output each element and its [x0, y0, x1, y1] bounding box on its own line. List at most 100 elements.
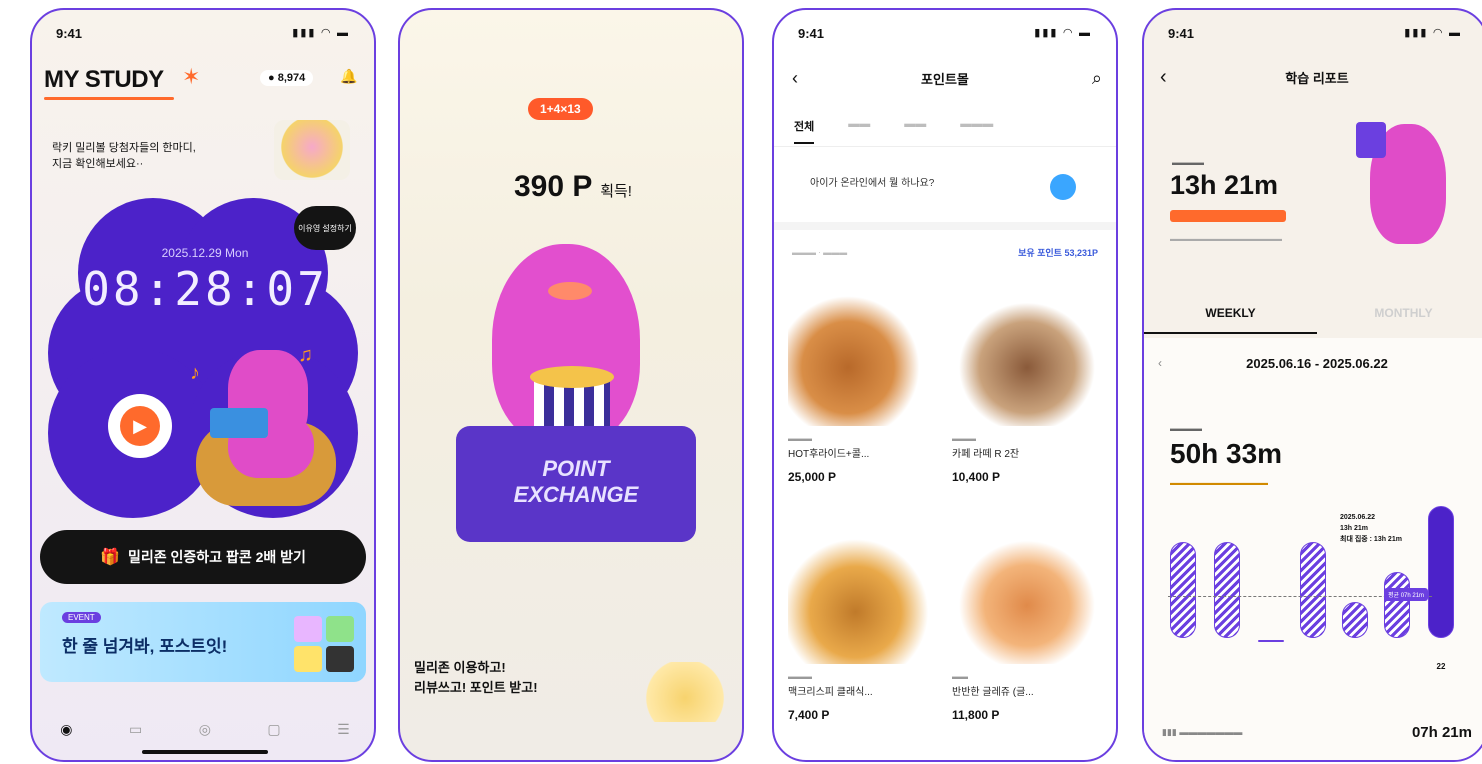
day-bar[interactable] [1258, 640, 1284, 642]
product-card[interactable]: ▬▬▬ HOT후라이드+콜... 25,000 P [788, 296, 938, 484]
point-exchange-screen: 1+4×13 390 P 획득! POINT EXCHANGE 밀리존 이용하고… [398, 8, 744, 762]
product-price: 11,800 P [952, 708, 1000, 722]
timer-clock: 08:28:07 [82, 262, 328, 316]
nav-home[interactable]: ◉ [60, 721, 72, 738]
question-banner[interactable]: 아이가 온라인에서 뭘 하나요? [810, 174, 934, 189]
earned-points: 390 P 획득! [400, 170, 742, 204]
nav-icon: ☰ [337, 721, 350, 737]
earned-points-value: 390 P [514, 170, 592, 203]
certify-cta-button[interactable]: 🎁 밀리존 인증하고 팝콘 2배 받기 [40, 530, 366, 584]
box-line-2: EXCHANGE [513, 482, 639, 507]
back-icon[interactable]: ‹ [792, 68, 798, 89]
points-badge[interactable]: ● 8,974 [260, 70, 314, 86]
owned-points: 보유 포인트 53,231P [1018, 248, 1098, 258]
nav-item[interactable]: ◎ [199, 721, 211, 738]
day-bar-selected[interactable] [1428, 506, 1454, 638]
nav-icon: ▢ [267, 721, 281, 737]
day-bar[interactable] [1214, 542, 1240, 638]
gift-icon: 🎁 [100, 549, 120, 566]
status-time: 9:41 [798, 26, 825, 41]
header: ‹ 포인트몰 ⌕ [774, 68, 1116, 89]
product-price: 25,000 P [788, 470, 837, 484]
selected-day-label: 22 [1436, 662, 1446, 671]
play-icon: ▶ [120, 406, 160, 446]
page-title-text: MY STUDY [44, 66, 164, 93]
average-tag: 평균 07h 21m [1384, 588, 1429, 601]
box-line-1: POINT [542, 456, 610, 481]
tab-category[interactable]: ▬▬ [848, 118, 870, 144]
sticky-note [326, 646, 354, 672]
status-bar: 9:41 ▮▮▮ ◠ ▬ [798, 26, 1092, 41]
event-thumbnail[interactable] [274, 120, 350, 180]
sticky-note [326, 616, 354, 642]
product-card[interactable]: ▬▬ 반반한 글레쥬 (글... 11,800 P [952, 534, 1102, 722]
tab-weekly[interactable]: WEEKLY [1144, 306, 1317, 334]
status-time: 9:41 [56, 26, 83, 41]
week-study-time: 50h 33m [1170, 438, 1283, 469]
banner-tag: EVENT [62, 612, 101, 623]
tooltip-date: 2025.06.22 [1340, 514, 1376, 521]
clock-icon: ◉ [60, 721, 73, 737]
footer-promo[interactable]: 밀리존 이용하고! 리뷰쓰고! 포인트 받고! [414, 658, 538, 698]
day-bar[interactable] [1300, 542, 1326, 638]
popcorn [530, 366, 614, 388]
section-divider [774, 222, 1116, 230]
product-image [952, 534, 1102, 664]
trophy-icon [1356, 122, 1386, 158]
tab-monthly[interactable]: MONTHLY [1317, 306, 1482, 334]
today-subtext: ▬▬▬▬▬▬▬▬▬▬▬▬▬▬▬▬ [1170, 236, 1282, 243]
banner-text: 한 줄 넘겨봐, 포스트잇! [62, 637, 228, 656]
product-card[interactable]: ▬▬▬ 카페 라떼 R 2잔 10,400 P [952, 296, 1102, 484]
today-label: ▬▬▬▬ [1172, 158, 1204, 167]
product-brand: ▬▬▬ [788, 434, 812, 443]
product-price: 10,400 P [952, 470, 1001, 484]
bear-snout [548, 282, 592, 300]
average-label: ▮▮▮ ▬▬▬▬▬▬▬ [1162, 727, 1243, 737]
product-name: 반반한 글레쥬 (글... [952, 687, 1034, 698]
nav-item[interactable]: ▭ [129, 721, 142, 738]
nav-icon: ◎ [198, 721, 211, 737]
status-bar: 9:41 ▮▮▮ ◠ ▬ [1168, 26, 1462, 41]
product-image [788, 296, 938, 426]
app-showcase: 9:41 ▮▮▮ ◠ ▬ MY STUDY ✶ ● 8,974 🔔 락키 밀리볼… [0, 0, 1482, 764]
tooltip-focus: 최대 집중 : 13h 21m [1340, 536, 1402, 543]
day-bar[interactable] [1342, 602, 1368, 638]
study-report-screen: 9:41 ▮▮▮ ◠ ▬ ‹ 학습 리포트 ▬▬▬▬ 13h 21m ▬▬▬▬▬… [1142, 8, 1482, 762]
nav-item[interactable]: ▢ [267, 721, 280, 738]
nav-item[interactable]: ☰ [337, 721, 350, 738]
sticky-note [294, 646, 322, 672]
footer-line-2: 리뷰쓰고! 포인트 받고! [414, 680, 538, 695]
bell-icon[interactable]: 🔔 [340, 68, 357, 85]
home-indicator [142, 750, 268, 754]
average-summary[interactable]: ▮▮▮ ▬▬▬▬▬▬▬ 07h 21m [1162, 724, 1472, 741]
day-bar[interactable] [1170, 542, 1196, 638]
postit-banner[interactable]: EVENT 한 줄 넘겨봐, 포스트잇! [40, 602, 366, 682]
tab-category[interactable]: ▬▬▬ [960, 118, 993, 144]
product-image [788, 534, 938, 664]
point-mall-screen: 9:41 ▮▮▮ ◠ ▬ ‹ 포인트몰 ⌕ 전체 ▬▬ ▬▬ ▬▬▬ 아이가 온… [772, 8, 1118, 762]
footer-line-1: 밀리존 이용하고! [414, 660, 506, 675]
earned-points-suffix: 획득! [600, 183, 632, 200]
sort-filter[interactable]: ▬▬▬ · ▬▬▬ [792, 248, 847, 257]
play-button[interactable]: ▶ [108, 394, 172, 458]
music-note-icon: ♪ [190, 362, 200, 384]
category-tabs: 전체 ▬▬ ▬▬ ▬▬▬ [774, 118, 1116, 144]
status-icons: ▮▮▮ ◠ ▬ [292, 27, 350, 39]
product-name: 카페 라떼 R 2잔 [952, 449, 1020, 460]
product-card[interactable]: ▬▬▬ 맥크리스피 클래식... 7,400 P [788, 534, 938, 722]
status-bar: 9:41 ▮▮▮ ◠ ▬ [56, 26, 350, 41]
bottom-nav: ◉ ▭ ◎ ▢ ☰ [32, 721, 374, 738]
tab-category[interactable]: ▬▬ [904, 118, 926, 144]
product-brand: ▬▬▬ [952, 434, 976, 443]
day-bar[interactable] [1384, 572, 1410, 638]
product-price: 7,400 P [788, 708, 830, 722]
notice-text[interactable]: 락키 밀리볼 당첨자들의 한마디, 지금 확인해보세요·· [52, 140, 232, 172]
status-icons: ▮▮▮ ◠ ▬ [1034, 27, 1092, 39]
product-name: HOT후라이드+콜... [788, 449, 870, 460]
today-progress [1170, 210, 1286, 222]
product-image [952, 296, 1102, 426]
tab-all[interactable]: 전체 [794, 118, 815, 144]
alarm-setting-button[interactable]: 이유영 설정하기 [294, 206, 356, 250]
search-icon[interactable]: ⌕ [1092, 68, 1102, 89]
page-title: MY STUDY [44, 66, 174, 100]
